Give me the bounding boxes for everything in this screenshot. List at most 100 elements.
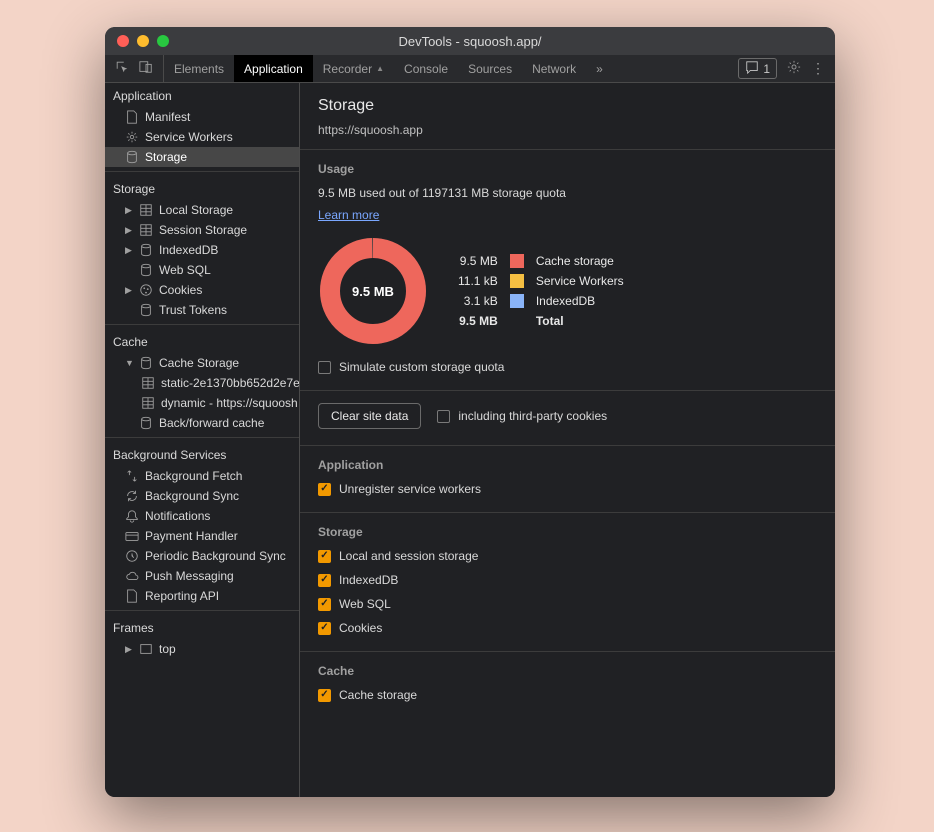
close-window-button[interactable] [117,35,129,47]
issues-count: 1 [763,62,770,76]
learn-more-link[interactable]: Learn more [318,208,379,222]
chevron-right-icon: ▶ [125,285,133,296]
bell-icon [125,509,139,523]
legend-total-label: Total [536,314,624,328]
gear-icon [125,130,139,144]
card-icon [125,529,139,543]
sidebar-item-storage[interactable]: Storage [105,147,299,167]
database-icon [139,243,153,257]
sidebar-item-service-workers[interactable]: Service Workers [105,127,299,147]
database-icon [139,263,153,277]
cloud-icon [125,569,139,583]
usage-donut-chart: 9.5 MB [318,236,428,346]
storage-section: Storage Local and session storage Indexe… [300,512,835,651]
sidebar-item-session-storage[interactable]: ▶ Session Storage [105,220,299,240]
application-heading: Application [318,458,817,472]
indexeddb-checkbox[interactable] [318,574,331,587]
cookies-checkbox[interactable] [318,622,331,635]
websql-checkbox[interactable] [318,598,331,611]
sidebar-item-background-fetch[interactable]: Background Fetch [105,466,299,486]
usage-heading: Usage [318,162,817,176]
sidebar-item-indexeddb[interactable]: ▶ IndexedDB [105,240,299,260]
tab-recorder[interactable]: Recorder▲ [313,55,394,82]
titlebar: DevTools - squoosh.app/ [105,27,835,55]
legend-value: 3.1 kB [458,294,498,308]
usage-text: 9.5 MB used out of 1197131 MB storage qu… [318,186,817,200]
third-party-cookies-label: including third-party cookies [458,409,607,423]
sidebar-item-background-sync[interactable]: Background Sync [105,486,299,506]
legend-swatch [510,274,524,288]
storage-heading: Storage [318,525,817,539]
fetch-icon [125,469,139,483]
chevron-right-icon: » [596,62,603,76]
settings-icon[interactable] [787,60,801,77]
section-application-header: Application [105,83,299,107]
legend-swatch [510,294,524,308]
window-controls [105,35,169,47]
simulate-quota-checkbox[interactable] [318,361,331,374]
devtools-window: DevTools - squoosh.app/ Elements Applica… [105,27,835,797]
page-subtitle: https://squoosh.app [318,123,817,137]
frame-icon [139,642,153,656]
sidebar-item-local-storage[interactable]: ▶ Local Storage [105,200,299,220]
usage-legend: 9.5 MB Cache storage 11.1 kB Service Wor… [458,254,624,328]
sidebar-item-payment-handler[interactable]: Payment Handler [105,526,299,546]
section-storage-header: Storage [105,176,299,200]
chevron-right-icon: ▶ [125,225,133,236]
more-icon[interactable]: ⋮ [811,60,825,77]
preview-badge-icon: ▲ [376,64,384,73]
sidebar-item-push-messaging[interactable]: Push Messaging [105,566,299,586]
tab-application[interactable]: Application [234,55,313,82]
panel-tabbar: Elements Application Recorder▲ Console S… [105,55,835,83]
content: Application Manifest Service Workers Sto… [105,83,835,797]
clock-icon [125,549,139,563]
sidebar-item-manifest[interactable]: Manifest [105,107,299,127]
section-frames-header: Frames [105,615,299,639]
document-icon [125,589,139,603]
grid-icon [139,223,153,237]
section-cache-header: Cache [105,329,299,353]
local-session-checkbox[interactable] [318,550,331,563]
sidebar-item-reporting-api[interactable]: Reporting API [105,586,299,606]
tab-overflow[interactable]: » [586,55,613,82]
issues-icon [745,60,759,77]
cache-section: Cache Cache storage [300,651,835,718]
sidebar-item-periodic-sync[interactable]: Periodic Background Sync [105,546,299,566]
sidebar-item-cache-static[interactable]: static-2e1370bb652d2e7e… [105,373,299,393]
inspect-element-icon[interactable] [115,60,129,77]
main-header: Storage https://squoosh.app [300,83,835,149]
sidebar-item-notifications[interactable]: Notifications [105,506,299,526]
sidebar-item-frame-top[interactable]: ▶ top [105,639,299,659]
sidebar-item-websql[interactable]: Web SQL [105,260,299,280]
sidebar-item-bf-cache[interactable]: Back/forward cache [105,413,299,433]
tab-elements[interactable]: Elements [164,55,234,82]
database-icon [139,303,153,317]
chevron-right-icon: ▶ [125,245,133,256]
simulate-quota-label: Simulate custom storage quota [339,360,504,374]
sidebar-item-trust-tokens[interactable]: Trust Tokens [105,300,299,320]
unregister-sw-checkbox[interactable] [318,483,331,496]
main-panel: Storage https://squoosh.app Usage 9.5 MB… [300,83,835,797]
tab-console[interactable]: Console [394,55,458,82]
device-toggle-icon[interactable] [139,60,153,77]
usage-panel: Usage 9.5 MB used out of 1197131 MB stor… [300,149,835,390]
sidebar-item-cookies[interactable]: ▶ Cookies [105,280,299,300]
maximize-window-button[interactable] [157,35,169,47]
cache-storage-checkbox[interactable] [318,689,331,702]
clear-panel: Clear site data including third-party co… [300,390,835,445]
clear-site-data-button[interactable]: Clear site data [318,403,421,429]
database-icon [125,150,139,164]
tab-network[interactable]: Network [522,55,586,82]
sync-icon [125,489,139,503]
third-party-cookies-checkbox[interactable] [437,410,450,423]
chevron-right-icon: ▶ [125,644,133,655]
sidebar-item-cache-storage[interactable]: ▼ Cache Storage [105,353,299,373]
tab-sources[interactable]: Sources [458,55,522,82]
issues-badge[interactable]: 1 [738,58,777,79]
sidebar-item-cache-dynamic[interactable]: dynamic - https://squoosh… [105,393,299,413]
grid-icon [141,396,155,410]
sidebar: Application Manifest Service Workers Sto… [105,83,300,797]
database-icon [139,416,153,430]
minimize-window-button[interactable] [137,35,149,47]
cache-heading: Cache [318,664,817,678]
